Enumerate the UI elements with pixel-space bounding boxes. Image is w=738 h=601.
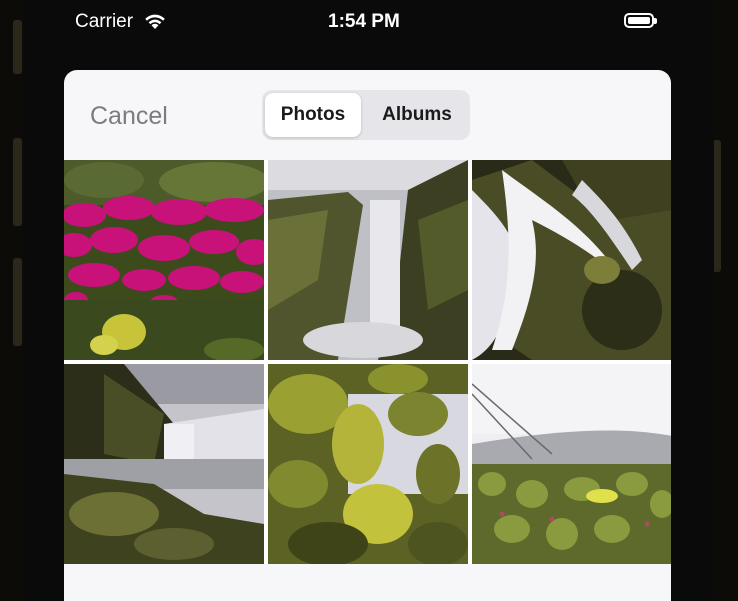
- photo-thumbnail[interactable]: [472, 364, 671, 564]
- waterfall-coast-photo: [64, 364, 264, 564]
- photo-grid: [64, 160, 671, 564]
- battery-icon: [624, 13, 657, 28]
- source-segmented-control: Photos Albums: [262, 90, 470, 140]
- photo-picker-sheet: Cancel Photos Albums: [64, 70, 671, 601]
- cancel-button[interactable]: Cancel: [90, 102, 168, 131]
- segment-photos[interactable]: Photos: [265, 93, 361, 137]
- sheet-bottom-area: [64, 564, 671, 601]
- volume-down-button: [13, 258, 22, 346]
- photo-thumbnail[interactable]: [64, 160, 264, 360]
- clock: 1:54 PM: [328, 11, 400, 32]
- leaves-photo: [268, 364, 468, 564]
- photo-thumbnail[interactable]: [472, 160, 671, 360]
- status-bar: Carrier 1:54 PM: [24, 0, 714, 44]
- mute-switch: [13, 20, 22, 74]
- picker-navbar: Cancel Photos Albums: [64, 70, 671, 160]
- segment-albums[interactable]: Albums: [366, 93, 468, 137]
- meadow-photo: [472, 364, 671, 564]
- photo-thumbnail[interactable]: [268, 364, 468, 564]
- volume-up-button: [13, 138, 22, 226]
- wifi-icon: [145, 14, 165, 29]
- photo-thumbnail[interactable]: [64, 364, 264, 564]
- pink-flowers-photo: [64, 160, 264, 360]
- carrier-label: Carrier: [75, 11, 134, 32]
- photo-thumbnail[interactable]: [268, 160, 468, 360]
- waterfall-photo: [268, 160, 468, 360]
- waterfall-closeup-photo: [472, 160, 671, 360]
